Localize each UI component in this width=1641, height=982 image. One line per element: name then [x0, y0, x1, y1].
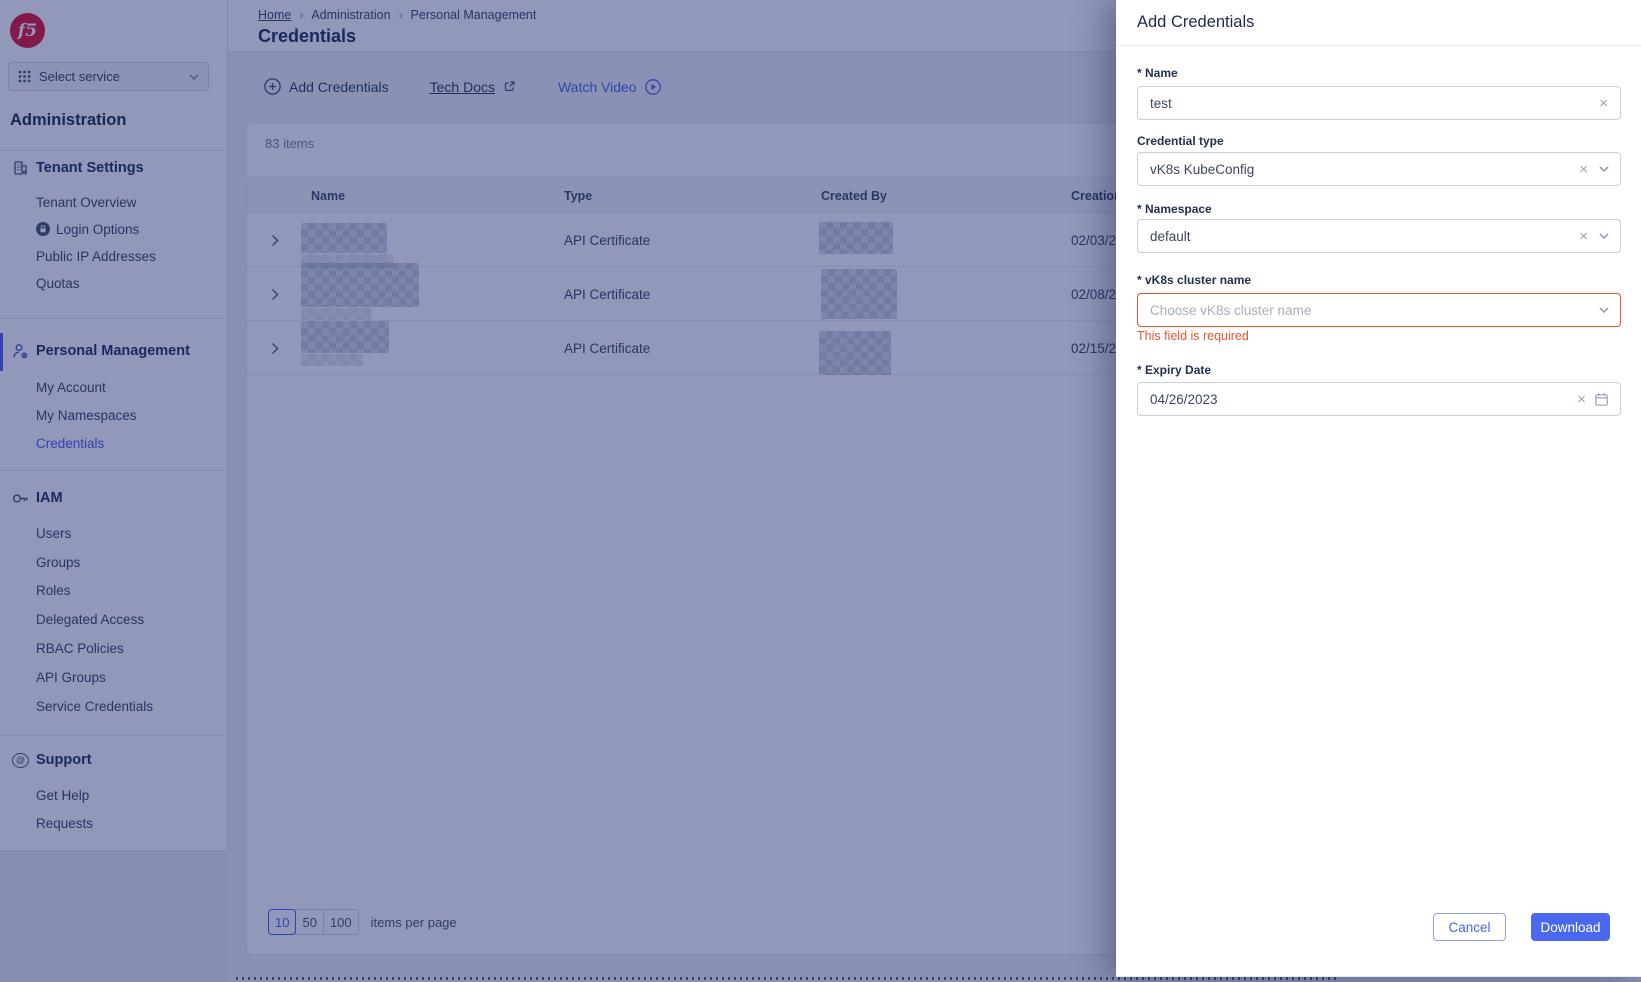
- add-credentials-drawer: Add Credentials * Name × Credential type…: [1116, 0, 1641, 977]
- clear-icon[interactable]: ×: [1579, 153, 1588, 185]
- name-input[interactable]: [1138, 95, 1538, 111]
- cluster-name-label: * vK8s cluster name: [1137, 273, 1252, 287]
- namespace-value: default: [1150, 228, 1191, 244]
- cluster-name-select[interactable]: Choose vK8s cluster name: [1137, 293, 1621, 327]
- chevron-down-icon[interactable]: [1599, 294, 1609, 326]
- expiry-date-label: * Expiry Date: [1137, 363, 1212, 377]
- name-field[interactable]: ×: [1137, 86, 1621, 120]
- namespace-select[interactable]: default ×: [1137, 219, 1621, 253]
- cancel-button[interactable]: Cancel: [1433, 913, 1506, 941]
- chevron-down-icon[interactable]: [1599, 153, 1609, 185]
- expiry-date-input[interactable]: [1138, 391, 1538, 407]
- clear-icon[interactable]: ×: [1579, 220, 1588, 252]
- cluster-name-placeholder: Choose vK8s cluster name: [1150, 302, 1312, 318]
- cluster-name-error: This field is required: [1137, 329, 1249, 343]
- drawer-title: Add Credentials: [1137, 13, 1255, 31]
- credential-type-select[interactable]: vK8s KubeConfig ×: [1137, 152, 1621, 186]
- expiry-date-field[interactable]: ×: [1137, 382, 1621, 416]
- clear-icon[interactable]: ×: [1577, 383, 1586, 415]
- name-label: * Name: [1137, 66, 1178, 80]
- chevron-down-icon[interactable]: [1599, 220, 1609, 252]
- calendar-icon[interactable]: [1594, 383, 1609, 415]
- drawer-title-divider: [1116, 45, 1641, 46]
- credential-type-value: vK8s KubeConfig: [1150, 161, 1255, 177]
- download-button[interactable]: Download: [1531, 913, 1610, 941]
- namespace-label: * Namespace: [1137, 202, 1212, 216]
- credential-type-label: Credential type: [1137, 134, 1224, 148]
- clear-icon[interactable]: ×: [1599, 87, 1608, 119]
